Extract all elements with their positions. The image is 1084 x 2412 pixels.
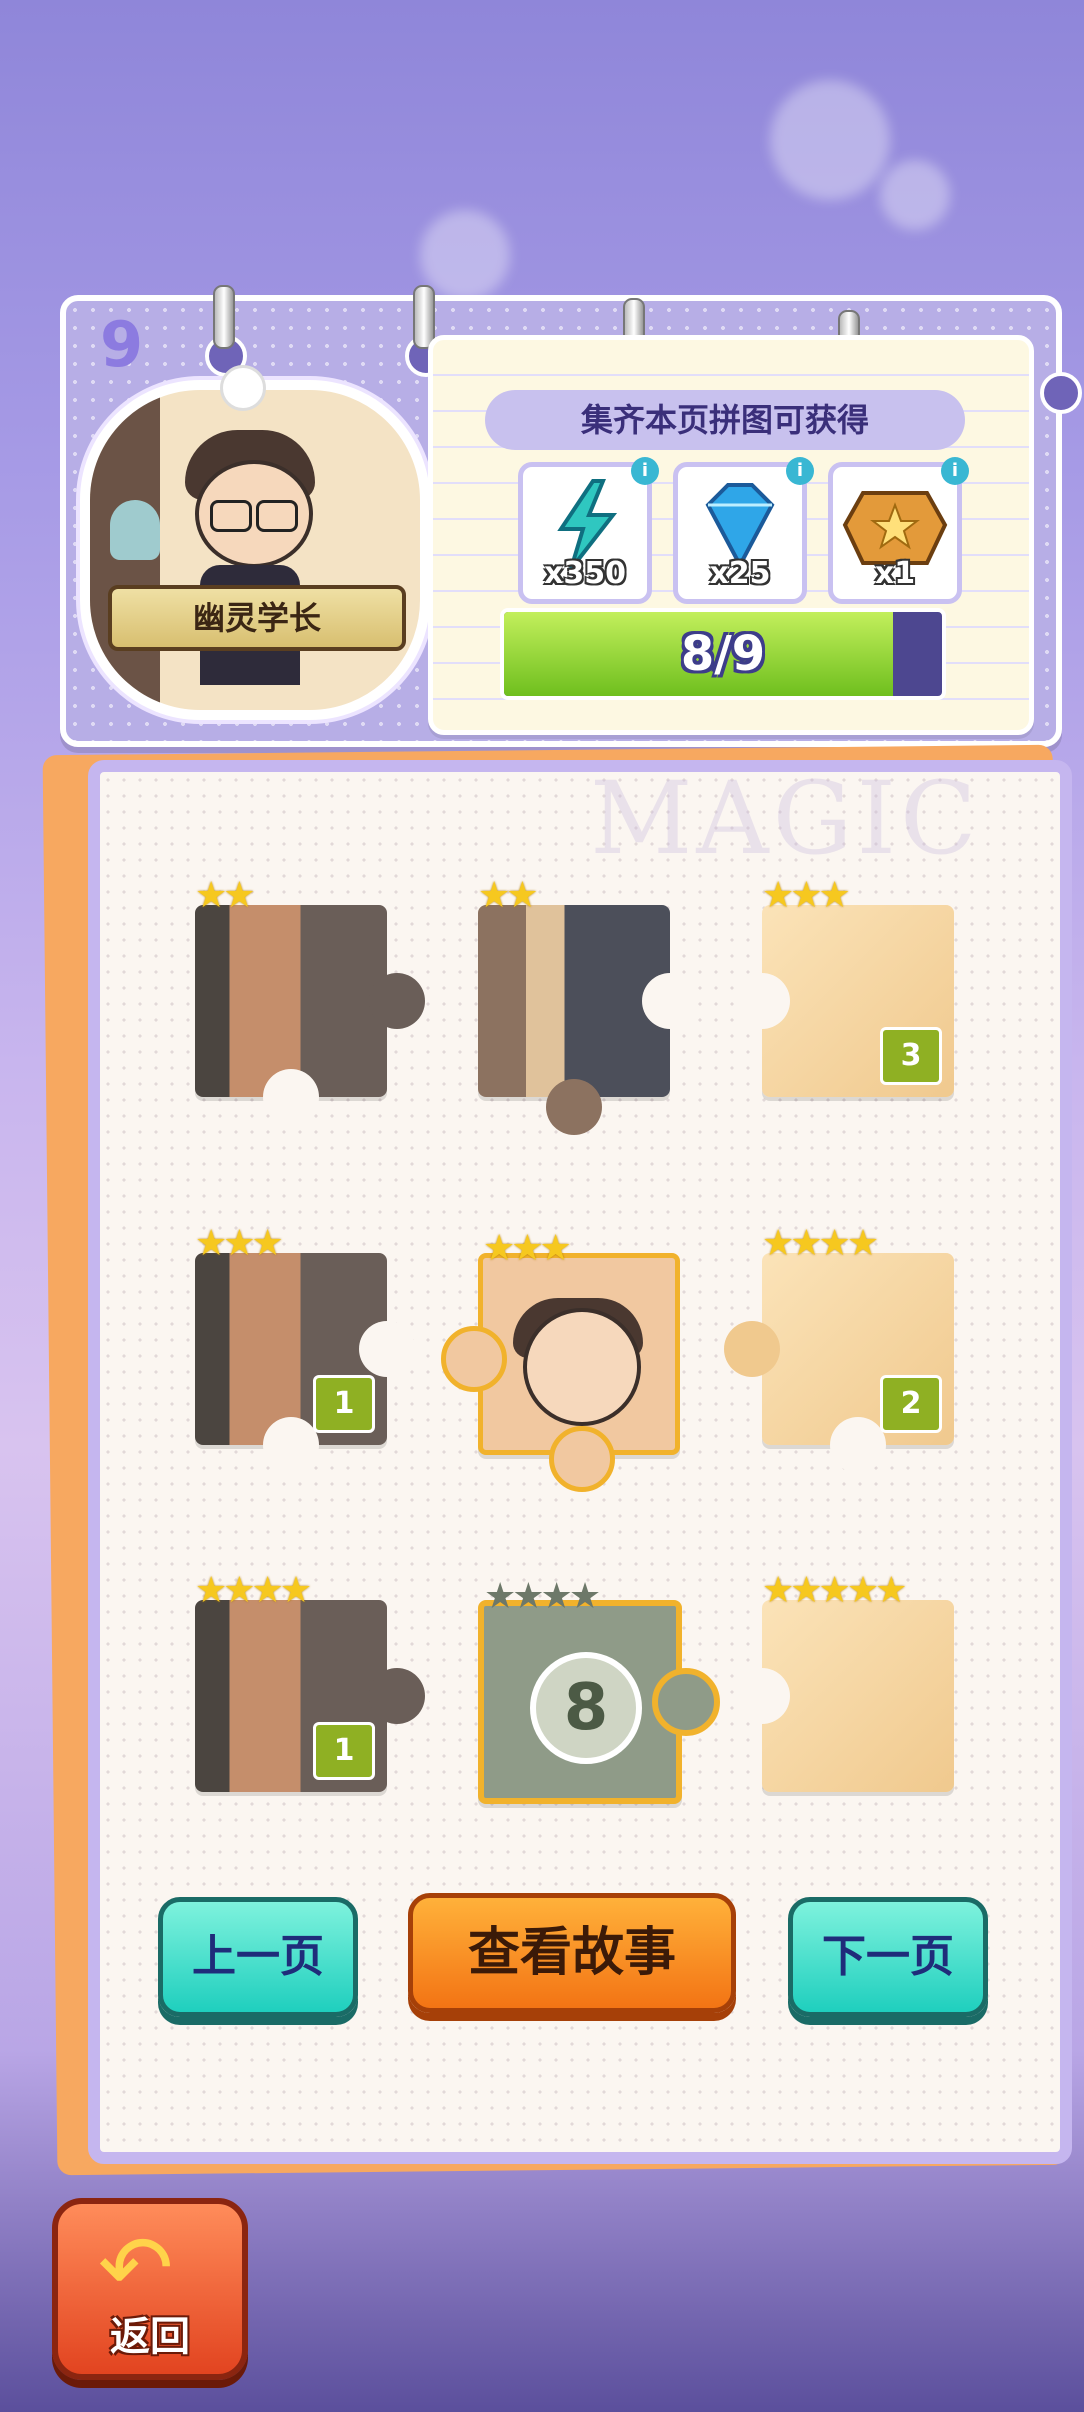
binder-ring [213,285,235,349]
background-bokeh [770,80,890,200]
piece-tab [441,1326,507,1392]
reward-count: x350 [544,556,626,591]
puzzle-piece-5[interactable]: ★★★ [441,1228,680,1492]
magic-watermark: MAGIC [590,760,981,877]
back-label: 返回 [110,2314,190,2360]
info-icon[interactable]: i [786,457,814,485]
piece-tab [652,1668,720,1736]
duplicate-count-badge: 1 [313,1375,375,1433]
piece-tab [724,1321,780,1377]
piece-notch [359,1321,415,1377]
reward-title: 集齐本页拼图可获得 [485,390,965,450]
background-bokeh [880,160,950,230]
piece-notch [642,973,698,1029]
character-name: 幽灵学长 [108,585,406,651]
back-button[interactable]: ↶ 返回 [52,2198,248,2380]
piece-tab [549,1426,615,1492]
puzzle-piece-1[interactable]: ★★ [195,875,425,1125]
info-icon[interactable]: i [631,457,659,485]
piece-stars: ★★★ [762,875,851,916]
piece-stars: ★★★★ [762,1223,879,1264]
missing-piece-number: 8 [530,1652,642,1764]
piece-tab [369,1668,425,1724]
puzzle-piece-3[interactable]: ★★★ 3 [734,875,954,1097]
piece-stars: ★★★ [195,1223,284,1264]
duplicate-count-badge: 3 [880,1027,942,1085]
reward-count: x25 [709,556,771,591]
piece-notch [830,1417,886,1473]
character-face [523,1308,641,1426]
character-portrait [80,380,430,720]
piece-notch [263,1417,319,1473]
reward-count: x1 [874,556,916,591]
piece-stars: ★★★★ [484,1576,601,1617]
piece-tab [546,1079,602,1135]
reward-energy[interactable]: i x350 [518,457,659,604]
puzzle-piece-9[interactable]: ★★★★★ [734,1570,954,1792]
background-bokeh [420,210,510,300]
puzzle-piece-2[interactable]: ★★ [478,875,698,1135]
reward-diamond[interactable]: i x25 [673,457,814,604]
piece-stars: ★★ [478,875,539,916]
piece-notch [734,973,790,1029]
puzzle-piece-4[interactable]: ★★★ 1 [195,1223,415,1473]
piece-stars: ★★ [195,875,256,916]
view-story-button[interactable]: 查看故事 [408,1893,736,2013]
duplicate-count-badge: 1 [313,1722,375,1780]
info-icon[interactable]: i [941,457,969,485]
piece-notch [734,1668,790,1724]
back-arrow-icon: ↶ [98,2216,174,2321]
prev-page-button[interactable]: 上一页 [158,1897,358,2017]
piece-tab [369,973,425,1029]
piece-stars: ★★★★ [195,1570,312,1611]
collection-progress-bar: 8/9 [500,608,946,700]
progress-text: 8/9 [680,626,766,682]
puzzle-piece-7[interactable]: ★★★★ 1 [195,1570,425,1792]
reward-chest[interactable]: i x1 [828,457,969,604]
next-page-button[interactable]: 下一页 [788,1897,988,2017]
page-number: 9 [100,308,144,381]
puzzle-piece-6[interactable]: ★★★★ 2 [724,1223,954,1473]
piece-stars: ★★★ [483,1228,572,1269]
portrait-hang-tag [220,365,266,411]
binder-ring [1040,372,1082,414]
duplicate-count-badge: 2 [880,1375,942,1433]
puzzle-piece-8-locked[interactable]: ★★★★ 8 [478,1576,720,1804]
piece-notch [263,1069,319,1125]
piece-stars: ★★★★★ [762,1570,907,1611]
